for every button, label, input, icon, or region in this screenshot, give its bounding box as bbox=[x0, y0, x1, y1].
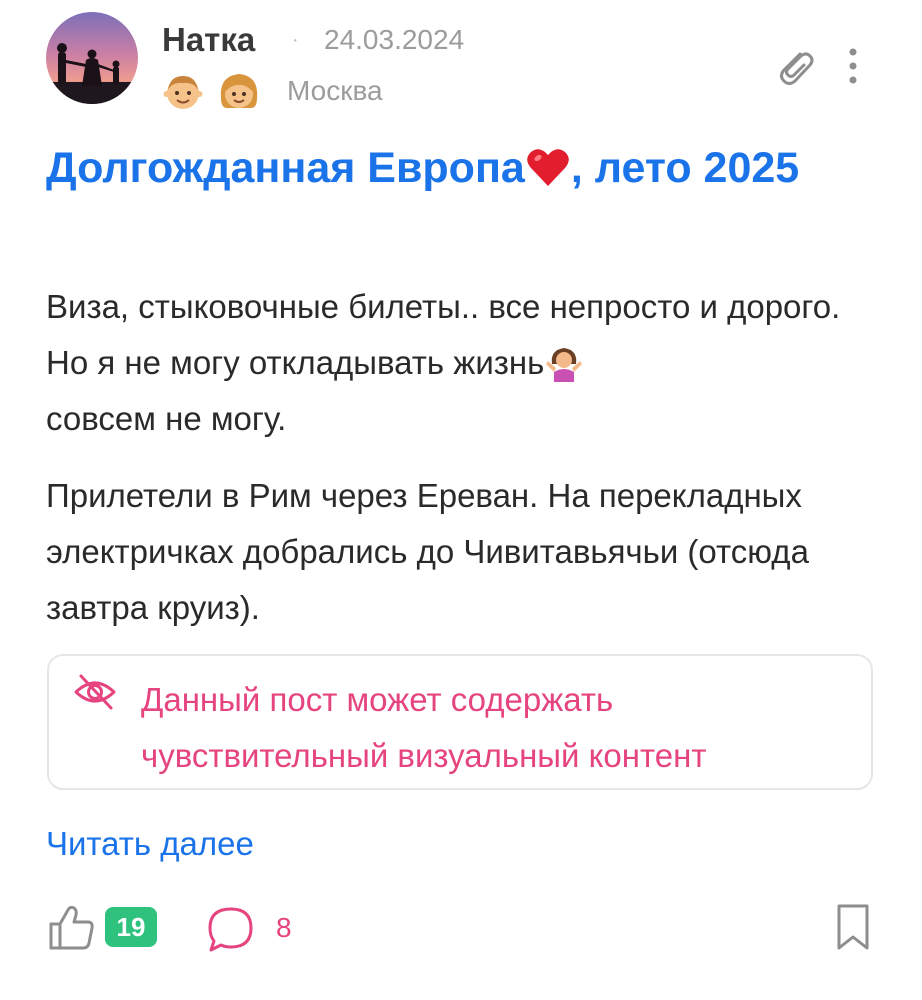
paperclip-button[interactable] bbox=[770, 42, 820, 92]
post-title-part1: Долгожданная Европа bbox=[46, 144, 525, 192]
avatar-image bbox=[46, 12, 138, 104]
sensitive-content-warning[interactable]: Данный пост может содержать чувствительн… bbox=[47, 654, 873, 790]
boy-kid-icon bbox=[163, 76, 203, 109]
author-location: Москва bbox=[287, 75, 383, 106]
author-name[interactable]: Натка bbox=[162, 20, 255, 60]
kids-icons bbox=[160, 68, 262, 114]
like-button[interactable] bbox=[46, 902, 96, 952]
person-shrugging-emoji-icon bbox=[546, 348, 583, 382]
comment-bubble-icon bbox=[208, 907, 253, 952]
comment-count: 8 bbox=[276, 912, 292, 943]
post-date: 24.03.2024 bbox=[324, 24, 465, 55]
read-more-link[interactable]: Читать далее bbox=[46, 822, 254, 866]
thumbs-up-icon bbox=[49, 905, 94, 950]
heart-emoji-icon bbox=[527, 149, 569, 186]
post-title[interactable]: Долгожданная Европа , лето 2025 bbox=[46, 140, 886, 196]
eye-off-icon bbox=[74, 674, 116, 710]
paragraph-1-text-a: Виза, стыковочные билеты.. все непросто … bbox=[46, 288, 841, 381]
girl-kid-icon bbox=[220, 74, 258, 108]
comment-button[interactable] bbox=[205, 904, 257, 956]
more-options-button[interactable] bbox=[836, 42, 870, 92]
post-paragraph-2: Прилетели в Рим через Ереван. На перекла… bbox=[46, 477, 809, 626]
more-vertical-icon bbox=[849, 48, 857, 84]
bookmark-icon bbox=[837, 904, 869, 950]
meta-separator: · bbox=[292, 29, 299, 51]
like-count-badge: 19 bbox=[105, 907, 157, 947]
paragraph-1-text-b: совсем не могу. bbox=[46, 400, 287, 437]
bookmark-button[interactable] bbox=[832, 902, 874, 952]
post-paragraph-1: Виза, стыковочные билеты.. все непросто … bbox=[46, 279, 886, 447]
post-card: Натка · 24.03.2024 Москва Долгожданная Е… bbox=[0, 0, 922, 1000]
post-title-part2: , лето 2025 bbox=[570, 144, 800, 192]
sensitive-warning-text: Данный пост может содержать чувствительн… bbox=[141, 681, 707, 774]
author-avatar[interactable] bbox=[46, 12, 138, 104]
paperclip-icon bbox=[780, 52, 814, 85]
